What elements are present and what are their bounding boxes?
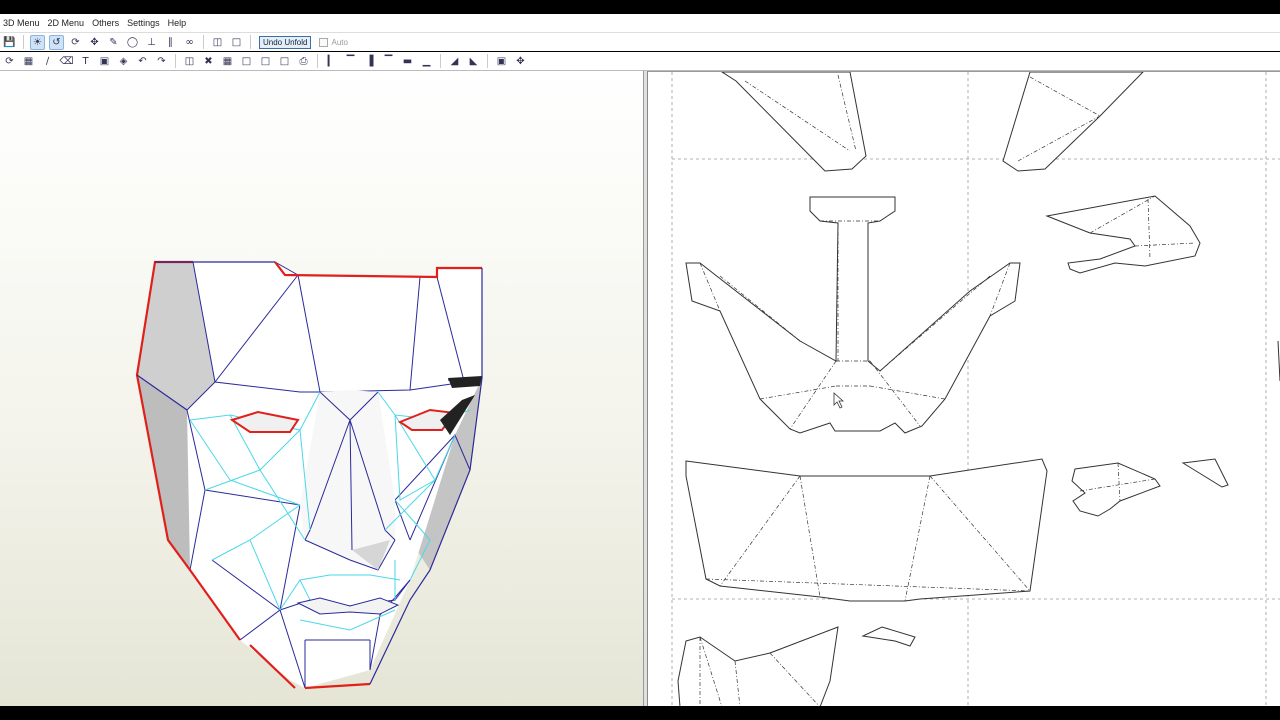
fit-icon[interactable]: ✖ <box>201 54 216 69</box>
crop-icon[interactable]: ▣ <box>494 54 509 69</box>
line-icon[interactable]: ∕ <box>40 54 55 69</box>
toolbar-separator <box>175 54 176 68</box>
letterbox-top <box>0 0 1280 14</box>
grid-icon[interactable]: ▦ <box>21 54 36 69</box>
part-top-right <box>1002 72 1144 172</box>
align-middle-icon[interactable]: ▬ <box>400 54 415 69</box>
rotate-icon[interactable]: ⟳ <box>68 35 83 50</box>
part-bottom-small <box>861 626 916 647</box>
align-right-icon[interactable]: ▐ <box>362 54 377 69</box>
menu-settings[interactable]: Settings <box>124 18 165 28</box>
toolbar-separator <box>317 54 318 68</box>
align-top-icon[interactable]: ▔ <box>381 54 396 69</box>
3d-mask-model[interactable] <box>0 71 643 706</box>
unfold-icon[interactable]: ↺ <box>49 34 64 50</box>
undo-icon[interactable]: ↶ <box>135 54 150 69</box>
align-bottom-icon[interactable]: ▁ <box>419 54 434 69</box>
erase-icon[interactable]: ⌫ <box>59 54 74 69</box>
expand-icon[interactable]: ✥ <box>513 54 528 69</box>
part-nose-bridge <box>685 196 1021 434</box>
scale-icon[interactable]: ◢ <box>447 54 462 69</box>
join-icon[interactable]: ▦ <box>220 54 235 69</box>
unfold-parts <box>677 72 1229 707</box>
move-icon[interactable]: ✥ <box>87 35 102 50</box>
toolbar-separator <box>440 54 441 68</box>
part-cheek-band <box>685 458 1048 602</box>
layout-single-icon[interactable]: ◫ <box>210 35 225 50</box>
select-icon[interactable]: ☀ <box>30 34 45 50</box>
rotate-2d-icon[interactable]: ⟳ <box>2 54 17 69</box>
image-icon[interactable]: ▣ <box>97 54 112 69</box>
auto-checkbox-box[interactable] <box>319 37 329 47</box>
menu-others[interactable]: Others <box>89 18 124 28</box>
flip-2d-icon[interactable]: ◣ <box>466 54 481 69</box>
print-icon[interactable]: ⎙ <box>296 54 311 69</box>
axis-icon[interactable]: ⊥ <box>144 35 159 50</box>
page-copy-icon[interactable]: □ <box>258 54 273 69</box>
cylinder-icon[interactable]: ◯ <box>125 35 140 50</box>
pages-icon[interactable]: ◫ <box>182 54 197 69</box>
cube-icon[interactable]: ◈ <box>116 54 131 69</box>
menu-2d[interactable]: 2D Menu <box>45 18 90 28</box>
undo-unfold-button[interactable]: Undo Unfold <box>259 35 312 49</box>
menu-3d[interactable]: 3D Menu <box>0 18 45 28</box>
save-icon[interactable]: 💾 <box>2 35 17 50</box>
menu-help[interactable]: Help <box>165 18 192 28</box>
3d-viewport[interactable] <box>0 71 643 706</box>
part-mouth-small <box>1071 462 1161 517</box>
toolbar-3d: 💾 ☀ ↺ ⟳ ✥ ✎ ◯ ⊥ ∥ ∞ ◫ □ Undo Unfold Auto <box>0 33 1280 51</box>
part-bottom-left <box>677 626 839 707</box>
text-icon[interactable]: T <box>78 54 93 69</box>
align-left-icon[interactable]: ▎ <box>324 54 339 69</box>
align-center-icon[interactable]: ▔ <box>343 54 358 69</box>
layout-split-icon[interactable]: □ <box>229 35 244 50</box>
mask-brow-shadow <box>448 376 482 388</box>
part-top-left <box>721 72 867 172</box>
paint-icon[interactable]: ✎ <box>106 35 121 50</box>
flip-icon[interactable]: ∥ <box>163 35 178 50</box>
toolbar-2d: ⟳ ▦ ∕ ⌫ T ▣ ◈ ↶ ↷ ◫ ✖ ▦ □ □ □ ⎙ ▎ ▔ ▐ ▔ … <box>0 52 1280 71</box>
toolbar-separator <box>250 35 251 49</box>
2d-unfold-canvas[interactable] <box>648 72 1280 707</box>
letterbox-bottom <box>0 706 1280 720</box>
menu-bar: 3D Menu 2D Menu Others Settings Help <box>0 14 1280 33</box>
2d-unfold-view[interactable] <box>648 71 1280 707</box>
toolbar-separator <box>23 35 24 49</box>
toolbar-separator <box>487 54 488 68</box>
toolbar-separator <box>203 35 204 49</box>
part-eye-right <box>1045 195 1201 274</box>
link-icon[interactable]: ∞ <box>182 35 197 50</box>
auto-checkbox[interactable]: Auto <box>319 37 348 47</box>
redo-icon[interactable]: ↷ <box>154 54 169 69</box>
auto-label: Auto <box>331 37 348 47</box>
page-icon[interactable]: □ <box>239 54 254 69</box>
part-tiny-triangle <box>1181 458 1229 488</box>
page-settings-icon[interactable]: □ <box>277 54 292 69</box>
